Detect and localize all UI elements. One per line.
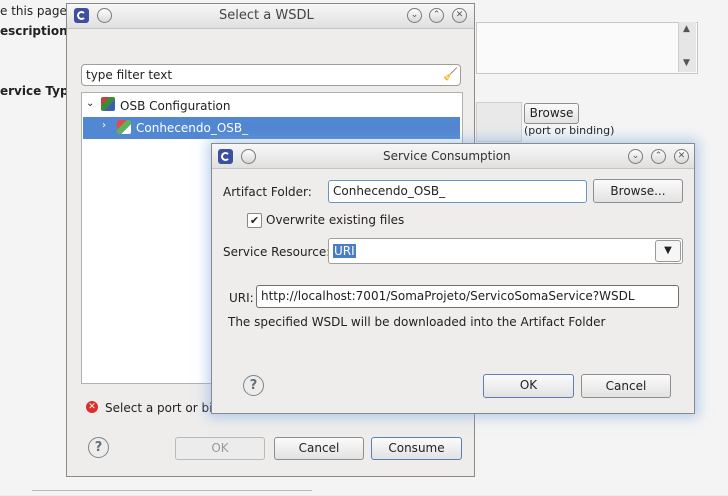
error-message: Select a port or binding <box>105 401 215 415</box>
close-icon[interactable]: ✕ <box>452 8 467 23</box>
tree-item[interactable]: › Conhecendo_OSB_ <box>83 117 460 139</box>
service-resource-select[interactable]: URI <box>328 238 683 264</box>
window-menu-icon[interactable] <box>241 149 256 164</box>
select-wsdl-title: Select a WSDL <box>219 8 314 23</box>
dropdown-chevron-icon[interactable]: ▼ <box>655 240 681 262</box>
overwrite-label: Overwrite existing files <box>266 213 405 227</box>
collapse-chevron-icon[interactable]: › <box>102 120 106 131</box>
filter-placeholder: type filter text <box>86 68 173 82</box>
select-wsdl-titlebar[interactable]: Select a WSDL ⌄ ⌃ ✕ <box>67 4 474 29</box>
service-consumption-title: Service Consumption <box>383 149 511 163</box>
maximize-icon[interactable]: ⌃ <box>429 8 444 23</box>
tree-item[interactable]: ⌄ OSB Configuration <box>82 96 462 116</box>
ok-button[interactable]: OK <box>483 374 574 398</box>
info-text: The specified WSDL will be downloaded in… <box>228 315 606 329</box>
overwrite-checkbox[interactable]: ✔ <box>247 213 262 228</box>
bg-browse-button[interactable]: Browse <box>524 103 579 124</box>
service-resource-label: Service Resource: <box>223 245 331 259</box>
eclipse-app-icon <box>218 149 233 164</box>
artifact-folder-field[interactable]: Conhecendo_OSB_ <box>328 180 587 203</box>
ok-button[interactable]: OK <box>175 437 265 460</box>
cancel-button[interactable]: Cancel <box>274 437 364 460</box>
bg-field[interactable] <box>476 102 522 142</box>
bg-text-description: escription <box>0 24 68 38</box>
browse-button[interactable]: Browse... <box>593 179 683 203</box>
service-resource-value: URI <box>333 244 356 258</box>
tree-label: Conhecendo_OSB_ <box>136 121 249 135</box>
bg-description-area[interactable] <box>476 22 698 74</box>
chevron-down-icon[interactable]: ⌄ <box>628 149 643 164</box>
uri-field[interactable]: http://localhost:7001/SomaProjeto/Servic… <box>256 285 679 308</box>
service-consumption-titlebar[interactable]: Service Consumption ⌄ ⌃ ✕ <box>212 144 694 169</box>
tree-label: OSB Configuration <box>120 99 231 113</box>
close-icon[interactable]: ✕ <box>674 149 689 164</box>
scroll-down-icon[interactable]: ▼ <box>683 58 690 68</box>
help-icon[interactable]: ? <box>88 437 109 458</box>
filter-input[interactable]: type filter text <box>81 64 461 86</box>
osb-config-icon <box>101 97 115 111</box>
maximize-icon[interactable]: ⌃ <box>651 149 666 164</box>
project-icon <box>117 120 131 134</box>
help-icon[interactable]: ? <box>243 375 264 396</box>
bg-bottom-tabs <box>32 490 312 496</box>
uri-label: URI: <box>229 291 254 305</box>
expand-chevron-icon[interactable]: ⌄ <box>86 98 94 109</box>
artifact-folder-label: Artifact Folder: <box>223 185 312 199</box>
bg-port-hint: (port or binding) <box>524 124 615 137</box>
eclipse-app-icon <box>74 8 89 23</box>
consume-button[interactable]: Consume <box>371 437 462 460</box>
error-icon: ✕ <box>86 401 98 413</box>
bg-scrollbar[interactable]: ▲ ▼ <box>678 22 696 72</box>
service-consumption-dialog: Service Consumption ⌄ ⌃ ✕ Artifact Folde… <box>211 143 695 414</box>
artifact-folder-value: Conhecendo_OSB_ <box>333 184 446 198</box>
chevron-down-icon[interactable]: ⌄ <box>407 8 422 23</box>
scroll-up-icon[interactable]: ▲ <box>683 24 690 34</box>
bg-text-this-page: e this page <box>0 4 67 18</box>
uri-value: http://localhost:7001/SomaProjeto/Servic… <box>261 289 635 303</box>
cancel-button[interactable]: Cancel <box>581 374 671 398</box>
clear-filter-icon[interactable]: 🧹 <box>443 67 458 81</box>
window-menu-icon[interactable] <box>97 8 112 23</box>
